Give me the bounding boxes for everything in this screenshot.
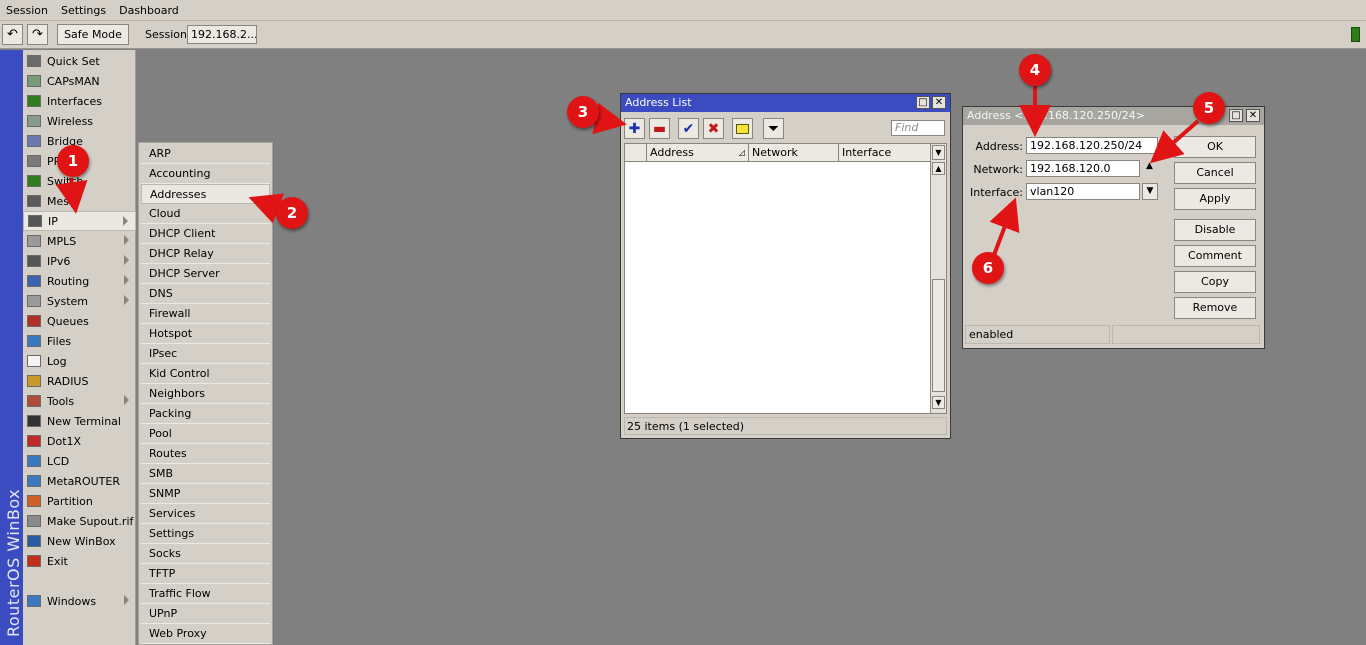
callout-5: 5 <box>1193 92 1225 124</box>
callout-4: 4 <box>1019 54 1051 86</box>
arrow-3 <box>592 102 627 135</box>
callout-3: 3 <box>567 96 599 128</box>
callout-arrows <box>55 86 1200 256</box>
callout-1: 1 <box>57 145 89 177</box>
arrow-5 <box>1149 119 1200 164</box>
callout-2: 2 <box>276 197 308 229</box>
callout-6: 6 <box>972 252 1004 284</box>
arrow-6 <box>989 197 1020 256</box>
arrow-1 <box>55 177 88 214</box>
